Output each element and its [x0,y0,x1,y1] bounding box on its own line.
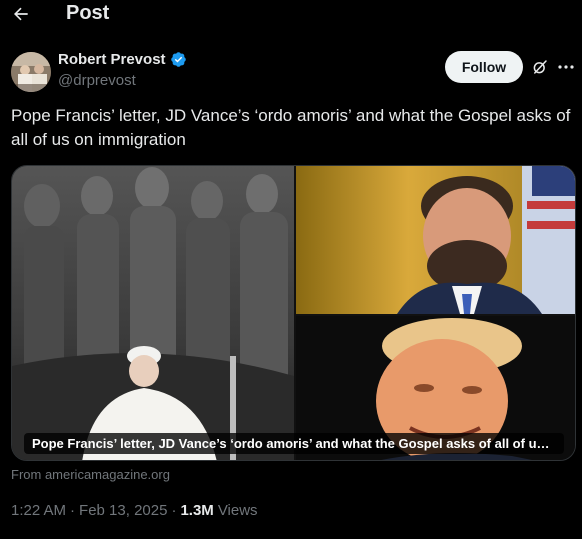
follow-button[interactable]: Follow [445,51,523,83]
author-handle[interactable]: @drprevost [58,72,136,89]
media-caption: Pope Francis’ letter, JD Vance’s ‘ordo a… [24,433,564,454]
separator: · [70,502,76,519]
post-date[interactable]: Feb 13, 2025 [79,502,167,519]
separator: · [171,502,177,519]
arrow-left-icon [14,7,28,21]
post-text: Pope Francis’ letter, JD Vance’s ‘ordo a… [11,106,571,149]
views-count: 1.3M [180,502,214,519]
verified-badge-icon [170,52,186,67]
more-button[interactable] [556,58,576,76]
avatar[interactable] [11,52,51,92]
page-title: Post [66,2,110,24]
grok-button[interactable] [531,58,549,76]
grok-icon [533,60,547,74]
post-meta: 1:22 AM · Feb 13, 2025 · 1.3M Views [11,502,258,519]
link-source[interactable]: From americamagazine.org [11,467,170,482]
composite-image [12,166,575,460]
views-label: Views [217,502,258,519]
post-time[interactable]: 1:22 AM [11,502,66,519]
back-button[interactable] [10,3,32,25]
link-card-media[interactable]: Pope Francis’ letter, JD Vance’s ‘ordo a… [11,165,576,461]
more-icon [558,65,574,69]
author-display-name[interactable]: Robert Prevost [58,51,166,68]
author-name-row[interactable]: Robert Prevost [58,51,187,68]
top-bar: Post [0,0,582,28]
